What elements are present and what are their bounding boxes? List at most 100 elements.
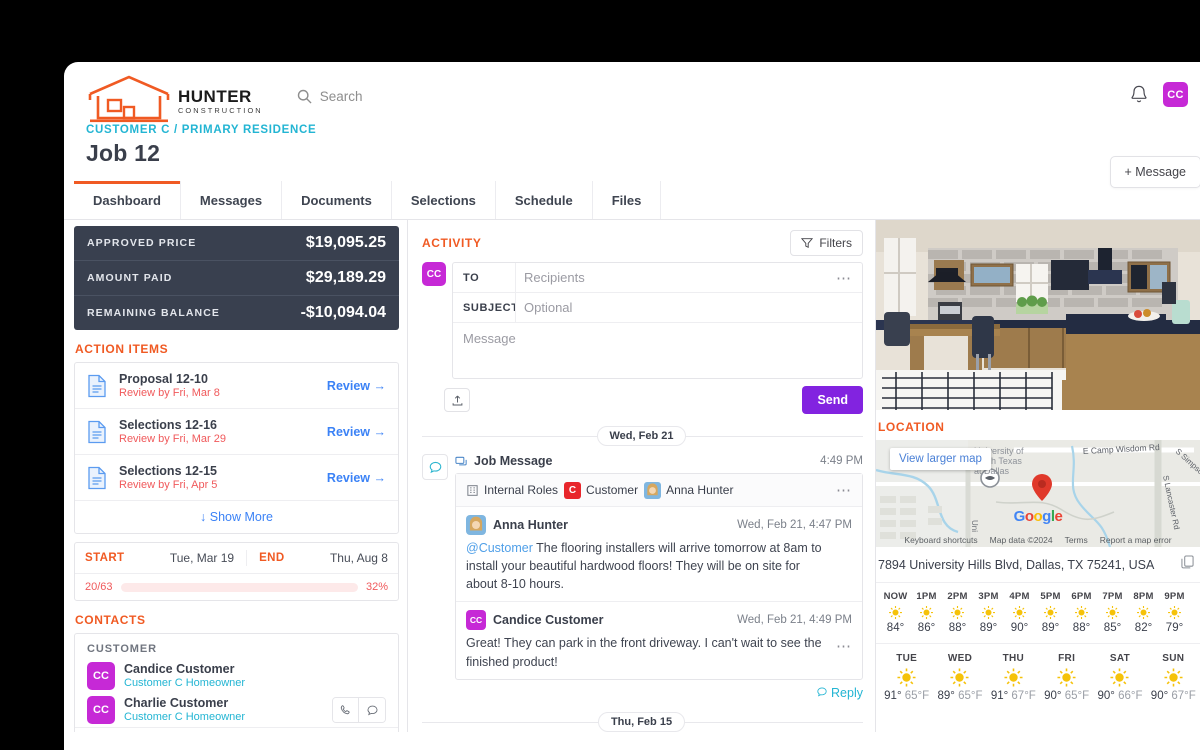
search-icon <box>297 89 312 104</box>
weather-hour: 5PM 89° <box>1035 591 1066 634</box>
weather-hour: 1PM 86° <box>911 591 942 634</box>
contact-name: Charlie Customer <box>124 696 229 711</box>
composer-message-input[interactable] <box>453 323 862 373</box>
search-input[interactable] <box>319 88 480 104</box>
action-item-review-link[interactable]: Review → <box>327 471 386 485</box>
action-item-row[interactable]: Proposal 12-10 Review by Fri, Mar 8 Revi… <box>75 363 398 409</box>
contact-row[interactable]: CC Candice Customer Customer C Homeowner <box>75 659 398 693</box>
reply-button[interactable]: Reply <box>455 680 863 710</box>
building-icon <box>467 484 478 496</box>
tab-files[interactable]: Files <box>592 181 662 219</box>
terms-link[interactable]: Terms <box>1065 535 1088 545</box>
action-item-review-link[interactable]: Review → <box>327 379 386 393</box>
schedule-percent: 32% <box>365 581 388 593</box>
participant-internal-roles[interactable]: Internal Roles <box>466 483 558 497</box>
author-photo-icon <box>466 515 486 535</box>
copy-address-icon[interactable] <box>1181 555 1194 574</box>
schedule-end-value: Thu, Aug 8 <box>329 551 388 565</box>
brand-logo[interactable]: HUNTER CONSTRUCTION <box>86 74 263 124</box>
document-icon <box>88 466 106 489</box>
action-item-row[interactable]: Selections 12-15 Review by Fri, Apr 5 Re… <box>75 455 398 501</box>
avatar: CC <box>87 696 115 725</box>
job-message-icon <box>455 456 467 465</box>
show-more-button[interactable]: ↓ Show More <box>75 501 398 533</box>
tab-documents[interactable]: Documents <box>282 181 392 219</box>
hour-temp: 88° <box>948 622 967 634</box>
tab-messages[interactable]: Messages <box>180 181 283 219</box>
action-item-row[interactable]: Selections 12-16 Review by Fri, Mar 29 R… <box>75 409 398 455</box>
contact-actions <box>332 697 386 724</box>
weather-day: SUN 90° 67°F <box>1147 653 1200 702</box>
finance-value: $29,189.29 <box>305 269 386 286</box>
attach-upload-button[interactable] <box>444 388 470 412</box>
author-avatar: CC <box>466 610 486 631</box>
day-low: 66°F <box>1118 690 1143 702</box>
weather-hour: 3PM 89° <box>973 591 1004 634</box>
filters-button[interactable]: Filters <box>790 230 863 256</box>
sun-icon <box>1004 668 1023 687</box>
contacts-card: CUSTOMER CC Candice Customer Customer C … <box>74 633 399 732</box>
notification-bell-icon[interactable] <box>1129 84 1149 105</box>
location-map[interactable]: University of North Texas at Dallas E Ca… <box>876 440 1200 547</box>
finance-label: APPROVED PRICE <box>87 237 197 249</box>
hour-label: 3PM <box>978 591 999 602</box>
hour-temp: 84° <box>886 622 905 634</box>
action-item-due: Review by Fri, Apr 5 <box>119 479 218 491</box>
main-columns: APPROVED PRICE $19,095.25 AMOUNT PAID $2… <box>64 220 1200 732</box>
brand-subtitle: CONSTRUCTION <box>178 105 263 115</box>
weather-day: FRI 90° 65°F <box>1040 653 1093 702</box>
composer-subject-label: SUBJECT <box>463 301 519 314</box>
avatar: CC <box>87 662 115 691</box>
sun-icon <box>1164 668 1183 687</box>
composer-to-row: TO ⋯ <box>453 263 862 293</box>
contact-row[interactable]: CC Charlie Customer Customer C Homeowner <box>75 693 398 727</box>
user-avatar[interactable]: CC <box>1163 82 1188 107</box>
hour-temp: 88° <box>1072 622 1091 634</box>
new-message-button[interactable]: + Message <box>1109 156 1200 188</box>
document-icon <box>88 374 106 397</box>
contact-role: Customer C Homeowner <box>124 677 246 689</box>
hour-label: 8PM <box>1133 591 1154 602</box>
action-item-review-link[interactable]: Review → <box>327 425 386 439</box>
search-box[interactable] <box>297 88 480 110</box>
call-button[interactable] <box>333 698 359 723</box>
participant-customer[interactable]: C Customer <box>564 481 638 499</box>
schedule-dates: START Tue, Mar 19 END Thu, Aug 8 <box>75 543 398 574</box>
sun-icon <box>1044 606 1057 619</box>
app-window: HUNTER CONSTRUCTION CC + Message CUSTOME… <box>64 62 1200 750</box>
post-text: Great! They can park in the front drivew… <box>466 636 822 669</box>
tab-schedule[interactable]: Schedule <box>495 181 593 219</box>
view-larger-map-button[interactable]: View larger map <box>890 448 991 470</box>
keyboard-shortcuts-link[interactable]: Keyboard shortcuts <box>904 535 977 545</box>
google-logo: Google <box>1013 508 1063 525</box>
hour-label: NOW <box>883 591 908 602</box>
day-low: 67°F <box>1011 690 1036 702</box>
hour-label: 2PM <box>947 591 968 602</box>
schedule-start-label: START <box>85 552 125 564</box>
mention-tag[interactable]: @Customer <box>466 541 533 555</box>
composer-recipients-input[interactable] <box>515 263 826 292</box>
thread-more-icon[interactable]: ⋯ <box>836 481 852 499</box>
report-map-error-link[interactable]: Report a map error <box>1100 535 1172 545</box>
left-sidebar: APPROVED PRICE $19,095.25 AMOUNT PAID $2… <box>64 220 408 732</box>
right-sidebar: LOCATION University of North Texas at Da… <box>876 220 1200 732</box>
participant-anna-hunter[interactable]: Anna Hunter <box>644 481 733 499</box>
reply-icon <box>816 687 827 697</box>
send-button[interactable]: Send <box>802 386 863 414</box>
weather-day: SAT 90° 66°F <box>1093 653 1146 702</box>
tab-selections[interactable]: Selections <box>391 181 496 219</box>
location-heading: LOCATION <box>878 420 945 434</box>
weather-hour: 9PM 79° <box>1159 591 1190 634</box>
schedule-card: START Tue, Mar 19 END Thu, Aug 8 20/63 3… <box>74 542 399 601</box>
message-button[interactable] <box>359 698 385 723</box>
post-more-icon[interactable]: ⋯ <box>836 636 852 658</box>
finance-row-approved-price: APPROVED PRICE $19,095.25 <box>74 226 399 261</box>
composer-to-more-icon[interactable]: ⋯ <box>826 269 862 287</box>
breadcrumb[interactable]: CUSTOMER C / PRIMARY RESIDENCE <box>64 122 1200 136</box>
day-low: 65°F <box>958 690 983 702</box>
tab-dashboard[interactable]: Dashboard <box>74 181 181 219</box>
schedule-fraction: 20/63 <box>85 581 113 593</box>
composer-footer: Send <box>408 379 875 424</box>
progress-bar-track <box>120 582 358 592</box>
composer-subject-input[interactable] <box>515 293 862 322</box>
